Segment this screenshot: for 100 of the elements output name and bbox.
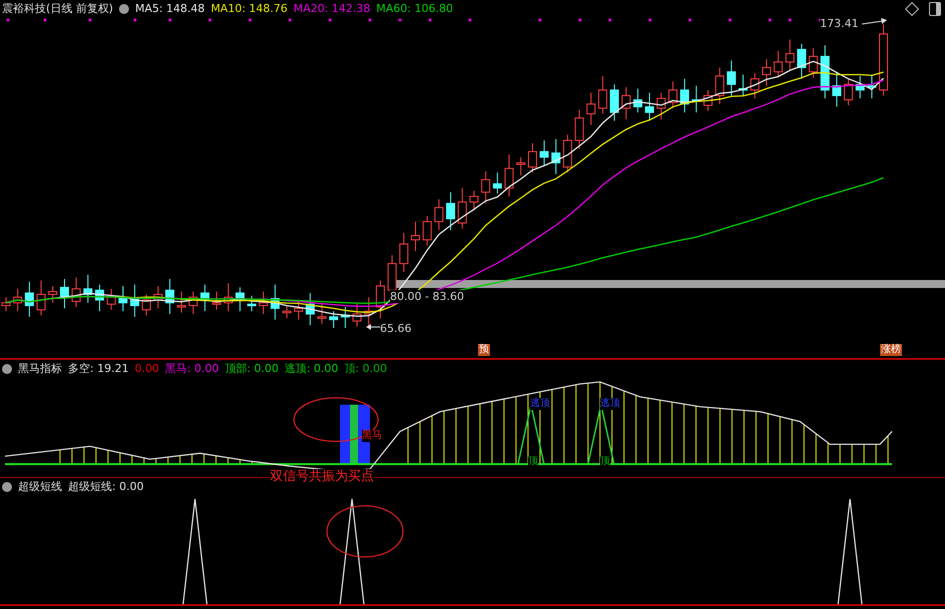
candlestick xyxy=(458,188,467,230)
arrow-icon xyxy=(366,324,380,330)
candlestick xyxy=(808,48,818,78)
candlestick xyxy=(481,170,490,204)
candlestick xyxy=(236,286,244,312)
candlestick xyxy=(797,43,806,80)
candlestick xyxy=(13,288,22,312)
candlestick xyxy=(622,86,631,120)
signal-tag: 涨榜 xyxy=(880,344,902,356)
candlestick xyxy=(399,232,408,272)
chart-annotation: 黑马 xyxy=(362,430,382,442)
candlestick xyxy=(294,300,303,320)
candlestick xyxy=(36,280,46,316)
candlestick xyxy=(668,81,678,109)
candlestick xyxy=(704,90,712,112)
candlestick xyxy=(715,67,724,104)
chart-annotation: 顶 xyxy=(600,456,610,468)
candlestick xyxy=(551,138,560,174)
ma-legend-value: MA10: 148.76 xyxy=(210,2,288,16)
candlestick xyxy=(574,109,584,150)
candlestick xyxy=(258,291,268,314)
candlestick xyxy=(726,60,736,96)
candlestick xyxy=(83,274,92,304)
candlestick xyxy=(142,294,151,316)
candlestick xyxy=(844,78,853,106)
candlestick xyxy=(692,85,701,113)
candlestick xyxy=(224,282,233,312)
candlestick xyxy=(867,74,876,99)
candlestick xyxy=(856,76,865,99)
chevron-icon[interactable] xyxy=(2,482,12,492)
ma-legend-value: MA5: 148.48 xyxy=(135,2,205,16)
gap-range-label: 80.00 - 83.60 xyxy=(390,290,464,303)
candlestick xyxy=(411,221,420,252)
candlestick xyxy=(72,277,81,308)
candlestick xyxy=(317,302,326,324)
candlestick xyxy=(785,39,794,71)
candlestick xyxy=(95,284,104,312)
candlestick xyxy=(446,192,456,230)
candlestick xyxy=(154,286,163,309)
candlestick xyxy=(200,284,210,312)
candlestick xyxy=(680,78,690,113)
candlestick xyxy=(165,278,174,314)
chart-annotation: 顶 xyxy=(528,456,538,468)
candlestick xyxy=(118,286,128,312)
candlestick xyxy=(352,302,362,328)
candlestick xyxy=(762,58,771,86)
candlestick xyxy=(106,288,116,310)
candlestick xyxy=(516,156,526,176)
high-price-label: 173.41 xyxy=(820,17,858,30)
candlestick xyxy=(60,278,69,309)
candlestick xyxy=(598,76,608,114)
candlestick xyxy=(306,292,315,326)
candlestick xyxy=(774,50,783,78)
candlestick xyxy=(832,71,842,108)
candlestick xyxy=(24,281,34,318)
candlestick xyxy=(376,280,385,319)
signal-bar xyxy=(340,404,370,464)
candlestick xyxy=(820,44,830,99)
ma-legend-value: MA60: 106.80 xyxy=(376,2,453,16)
indicator-name: 超级短线 xyxy=(18,480,62,494)
candlestick xyxy=(656,92,666,120)
candlestick xyxy=(528,142,537,174)
candlestick xyxy=(610,84,619,122)
stock-title: 震裕科技(日线 前复权) xyxy=(2,2,114,16)
low-price-label: 65.66 xyxy=(380,322,412,335)
chart-annotation: 逃顶 xyxy=(600,398,620,410)
candlestick xyxy=(177,291,186,314)
buy-point-note: 双信号共振为买点 xyxy=(270,469,374,485)
candlestick xyxy=(470,190,478,211)
chevron-icon[interactable] xyxy=(119,4,130,14)
candlestick xyxy=(492,172,502,194)
candlestick xyxy=(340,306,350,328)
candlestick xyxy=(329,310,338,328)
panel-toggle-icon[interactable] xyxy=(929,2,941,16)
candlestick xyxy=(633,88,642,113)
candlestick xyxy=(130,284,140,318)
chevron-icon[interactable] xyxy=(2,364,12,374)
candlestick xyxy=(750,72,760,99)
candlestick xyxy=(212,291,222,310)
indicator-value: 黑马: 0.00 xyxy=(165,362,219,376)
arrow-icon xyxy=(862,18,887,24)
candlestick xyxy=(247,295,256,312)
indicator-value: 超级短线: 0.00 xyxy=(68,480,144,494)
candlestick xyxy=(540,140,549,166)
indicator-value: 多空: 19.21 xyxy=(68,362,129,376)
candlestick xyxy=(563,134,572,174)
candlestick xyxy=(48,286,58,304)
candlestick xyxy=(282,305,292,319)
indicator-value: 顶: 0.00 xyxy=(344,362,388,376)
indicator-value: 逃顶: 0.00 xyxy=(284,362,338,376)
indicator-value: 0.00 xyxy=(134,362,160,376)
candlestick xyxy=(504,154,514,197)
candlestick xyxy=(422,216,432,246)
indicator-value: 顶部: 0.00 xyxy=(224,362,279,376)
indicator-name: 黑马指标 xyxy=(18,362,62,376)
candlestick xyxy=(270,284,280,320)
candlestick xyxy=(645,92,654,122)
chart-annotation: 逃顶 xyxy=(530,398,550,410)
candlestick xyxy=(738,74,748,96)
candlestick xyxy=(188,291,198,314)
